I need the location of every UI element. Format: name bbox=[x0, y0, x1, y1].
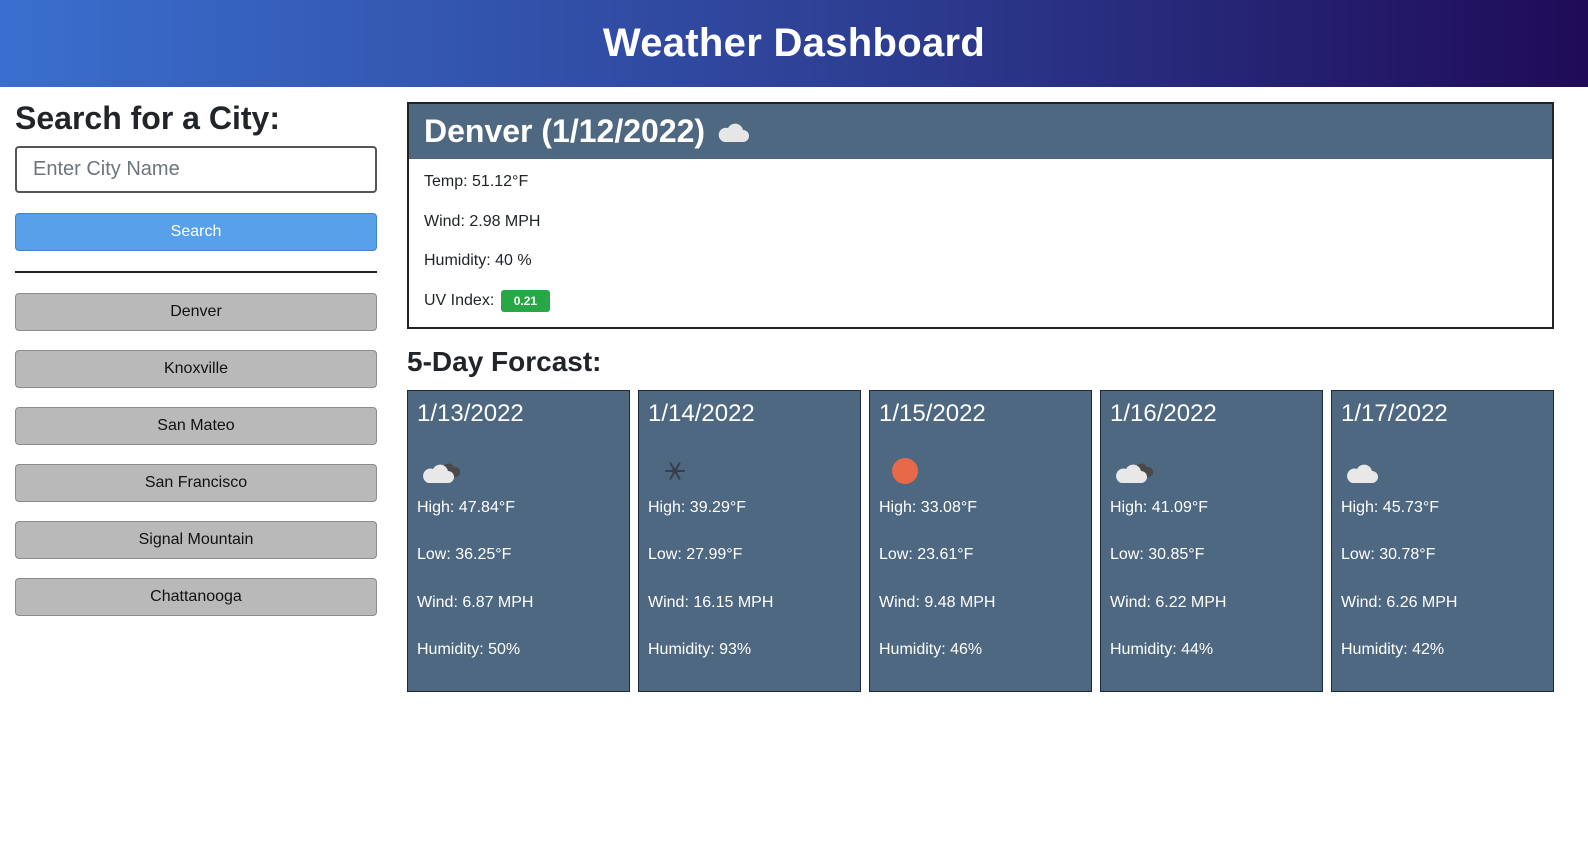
history-button-knoxville[interactable]: Knoxville bbox=[15, 350, 377, 388]
forecast-card-day-3: 1/15/2022 High: 33.08°F Low: 23.61°F Win… bbox=[869, 390, 1092, 692]
forecast-wind: Wind: 6.26 MPH bbox=[1341, 593, 1458, 611]
forecast-high: High: 47.84°F bbox=[417, 499, 516, 516]
forecast-icon-slot bbox=[879, 444, 1082, 498]
search-history-list: Denver Knoxville San Mateo San Francisco… bbox=[15, 293, 377, 616]
forecast-icon-slot bbox=[1341, 444, 1544, 498]
forecast-card-day-2: 1/14/2022 High: 39.29°F Low: 27.99°F Win… bbox=[638, 390, 861, 692]
forecast-icon-slot bbox=[648, 444, 851, 498]
forecast-humidity: Humidity: 46% bbox=[879, 640, 983, 658]
forecast-icon-slot bbox=[1110, 444, 1313, 498]
search-button[interactable]: Search bbox=[15, 213, 377, 251]
sidebar-divider bbox=[15, 271, 377, 273]
cloud-dark-icon bbox=[423, 463, 461, 483]
search-sidebar: Search for a City: Search Denver Knoxvil… bbox=[15, 96, 377, 635]
current-city-date: Denver (1/12/2022) bbox=[424, 113, 706, 149]
current-uv-row: UV Index: 0.21 bbox=[424, 289, 1537, 330]
forecast-date: 1/15/2022 bbox=[879, 400, 986, 427]
history-button-signal-mountain[interactable]: Signal Mountain bbox=[15, 521, 377, 559]
forecast-low: Low: 36.25°F bbox=[417, 546, 512, 564]
forecast-date: 1/16/2022 bbox=[1110, 400, 1217, 427]
page-title: Weather Dashboard bbox=[602, 21, 986, 65]
snowflake-icon bbox=[665, 462, 685, 480]
uv-index-label: UV Index: bbox=[424, 291, 495, 309]
forecast-high: High: 39.29°F bbox=[648, 499, 747, 516]
forecast-low: Low: 23.61°F bbox=[879, 546, 974, 564]
cloud-icon bbox=[715, 120, 751, 149]
forecast-low: Low: 27.99°F bbox=[648, 546, 743, 564]
forecast-high: High: 45.73°F bbox=[1341, 499, 1440, 516]
cloud-dark-icon bbox=[1116, 463, 1154, 483]
forecast-wind: Wind: 6.87 MPH bbox=[417, 593, 534, 611]
forecast-card-day-4: 1/16/2022 High: 41.09°F Low: 30.85°F Win… bbox=[1100, 390, 1323, 692]
history-button-san-francisco[interactable]: San Francisco bbox=[15, 464, 377, 502]
forecast-wind: Wind: 9.48 MPH bbox=[879, 593, 996, 611]
history-button-san-mateo[interactable]: San Mateo bbox=[15, 407, 377, 445]
forecast-high: High: 33.08°F bbox=[879, 499, 978, 516]
forecast-date: 1/17/2022 bbox=[1341, 400, 1448, 427]
forecast-card-day-5: 1/17/2022 High: 45.73°F Low: 30.78°F Win… bbox=[1331, 390, 1554, 692]
history-button-denver[interactable]: Denver bbox=[15, 293, 377, 331]
current-wind: Wind: 2.98 MPH bbox=[424, 212, 541, 230]
forecast-wind: Wind: 6.22 MPH bbox=[1110, 593, 1227, 611]
uv-index-badge: 0.21 bbox=[500, 289, 551, 312]
forecast-humidity: Humidity: 93% bbox=[648, 640, 752, 658]
forecast-icon-slot bbox=[417, 444, 620, 498]
forecast-low: Low: 30.85°F bbox=[1110, 546, 1205, 564]
cloud-icon bbox=[1347, 464, 1378, 483]
forecast-wind: Wind: 16.15 MPH bbox=[648, 593, 774, 611]
forecast-date: 1/14/2022 bbox=[648, 400, 755, 427]
current-weather-header: Denver (1/12/2022) bbox=[409, 104, 1552, 159]
city-search-input[interactable] bbox=[15, 146, 377, 193]
forecast-card-day-1: 1/13/2022 High: 47.84°F Low: 36.25°F Win… bbox=[407, 390, 630, 692]
current-weather-details: Temp: 51.12°F Wind: 2.98 MPH Humidity: 4… bbox=[409, 159, 1552, 329]
current-weather-card: Denver (1/12/2022) Temp: 51.12°F Wind: 2… bbox=[407, 102, 1554, 329]
current-temp: Temp: 51.12°F bbox=[424, 173, 529, 190]
forecast-humidity: Humidity: 44% bbox=[1110, 640, 1214, 658]
forecast-row: 1/13/2022 High: 47.84°F Low: 36.25°F Win… bbox=[407, 390, 1554, 692]
history-button-chattanooga[interactable]: Chattanooga bbox=[15, 578, 377, 616]
page-header: Weather Dashboard bbox=[0, 0, 1588, 87]
forecast-high: High: 41.09°F bbox=[1110, 499, 1209, 516]
current-humidity: Humidity: 40 % bbox=[424, 252, 532, 269]
sun-icon bbox=[892, 458, 918, 484]
search-heading: Search for a City: bbox=[15, 100, 280, 136]
forecast-title: 5-Day Forcast: bbox=[407, 346, 602, 377]
forecast-low: Low: 30.78°F bbox=[1341, 546, 1436, 564]
forecast-date: 1/13/2022 bbox=[417, 400, 524, 427]
forecast-humidity: Humidity: 42% bbox=[1341, 640, 1445, 658]
forecast-humidity: Humidity: 50% bbox=[417, 640, 521, 658]
